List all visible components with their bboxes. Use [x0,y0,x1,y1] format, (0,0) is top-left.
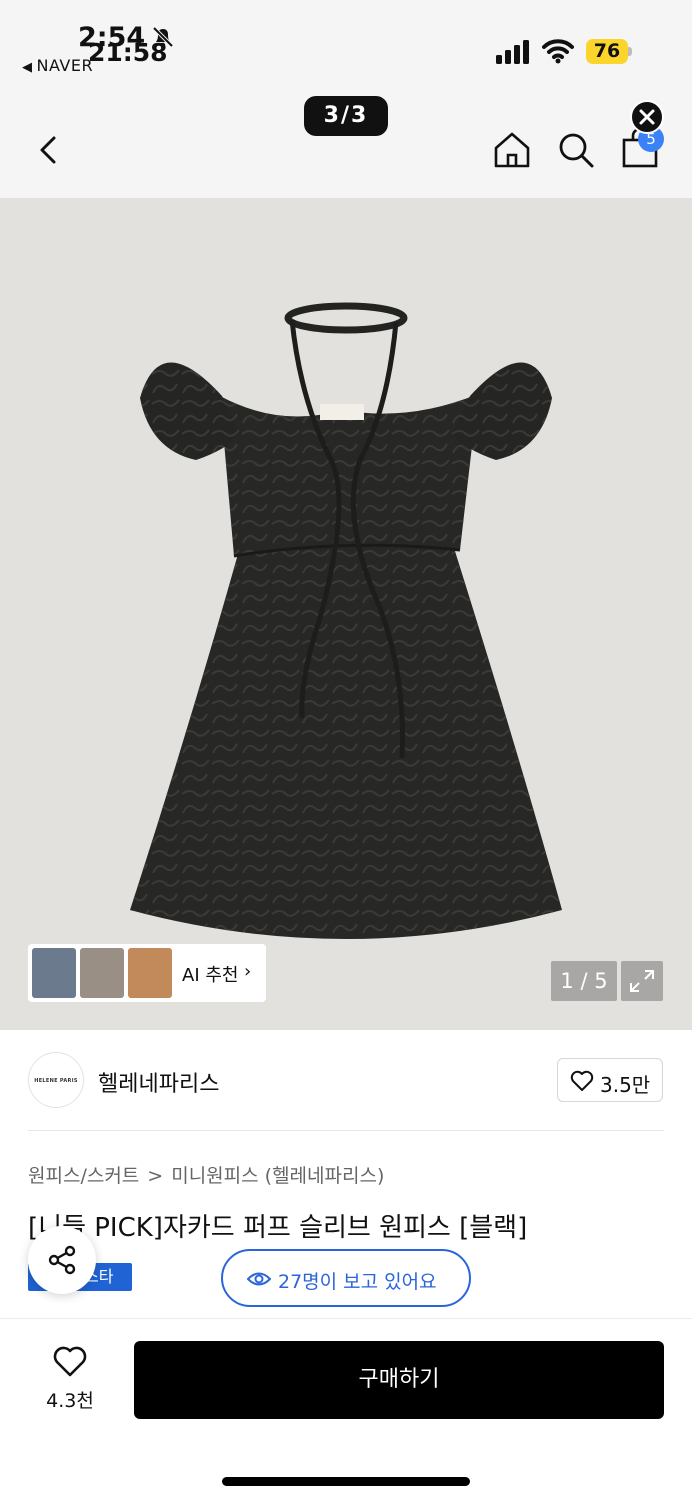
chevron-right-icon: › [244,961,252,982]
battery-percent: 76 [593,40,621,62]
home-icon[interactable] [490,128,534,172]
chevron-left-icon[interactable] [28,128,72,172]
buy-button[interactable]: 구매하기 [134,1341,664,1419]
share-button[interactable] [28,1226,96,1294]
heart-icon [53,1346,87,1377]
recommend-thumb-2 [80,948,124,998]
back-app-label: NAVER [36,56,94,75]
cellular-signal-icon [496,40,529,64]
viewers-badge: 27명이 보고 있어요 [221,1249,471,1307]
breadcrumb-category[interactable]: 원피스/스커트 [28,1165,139,1187]
dress-photo [130,302,562,939]
page-indicator: 3/3 [304,96,388,136]
seller-like-count: 3.5만 [600,1073,651,1097]
share-icon [48,1245,76,1275]
seller-like-button[interactable]: 3.5만 [557,1058,663,1102]
seller-logo[interactable]: HELENE PARIS [28,1052,84,1108]
wishlist-button[interactable]: 4.3천 [30,1342,110,1422]
expand-button[interactable] [621,961,663,1001]
heart-icon [570,1070,594,1091]
battery-cap [628,47,632,56]
search-icon[interactable] [554,128,598,172]
wishlist-count: 4.3천 [46,1390,94,1412]
recommend-thumb-1 [32,948,76,998]
divider [28,1130,664,1131]
close-icon [639,109,655,125]
close-button[interactable] [630,100,664,134]
eye-icon [247,1272,271,1286]
status-bar: 2:54 21:58 ◀ NAVER 76 [0,0,692,88]
nav-bar: 3/3 5 [0,88,692,198]
home-indicator[interactable] [222,1477,470,1486]
viewers-text: 27명이 보고 있어요 [278,1271,437,1293]
product-title: [니들 PICK]자카드 퍼프 슬리브 원피스 [블랙] [28,1213,528,1243]
breadcrumb: 원피스/스커트 > 미니원피스 (헬레네파리스) [28,1161,384,1188]
product-image[interactable] [0,198,692,1030]
breadcrumb-subcategory[interactable]: 미니원피스 (헬레네파리스) [171,1165,384,1187]
wifi-icon [542,39,574,64]
ai-recommend-label: AI 추천 [182,965,239,986]
expand-icon [630,970,654,992]
battery-indicator: 76 [586,39,632,64]
ai-recommend-chip[interactable]: AI 추천 › [28,944,266,1002]
recommend-thumb-3 [128,948,172,998]
breadcrumb-separator: > [147,1165,164,1187]
image-counter: 1 / 5 [551,961,617,1001]
bell-slash-icon [152,26,174,48]
seller-name[interactable]: 헬레네파리스 [98,1066,219,1098]
back-to-app-link[interactable]: ◀ NAVER [22,56,93,75]
